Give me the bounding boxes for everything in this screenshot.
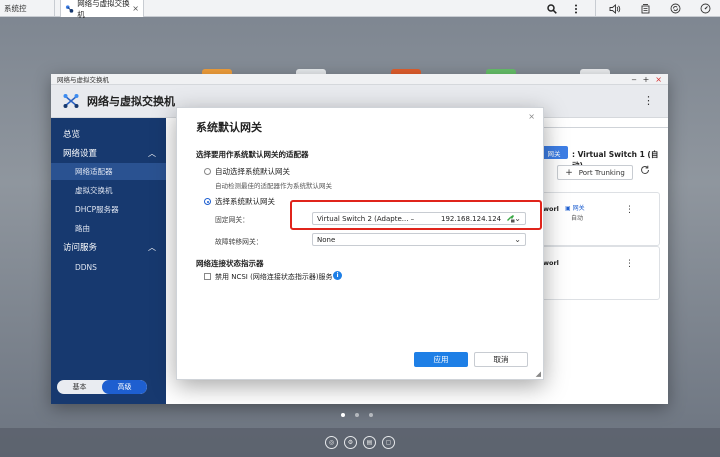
mode-toggle: 基本 高级: [57, 380, 147, 394]
page-dot[interactable]: [341, 413, 345, 417]
mode-basic-button[interactable]: 基本: [57, 380, 102, 394]
network-switch-icon: [63, 94, 79, 108]
chevron-down-icon: ⌄: [514, 235, 521, 244]
sidebar-item-label: 虚拟交换机: [75, 186, 113, 195]
resize-handle-icon[interactable]: ◢: [536, 370, 541, 378]
failover-gateway-label: 故障转移网关：: [215, 238, 263, 246]
desktop-page-indicator: [341, 413, 373, 417]
cancel-button[interactable]: 取消: [474, 352, 528, 367]
gateway-tag-label: 网关: [572, 205, 585, 212]
port-trunking-button[interactable]: + Port Trunking: [557, 165, 633, 180]
app-title: 网络与虚拟交换机: [87, 95, 175, 108]
taskbar-system-icons: [543, 0, 720, 17]
page-dot[interactable]: [369, 413, 373, 417]
info-icon[interactable]: i: [333, 271, 342, 280]
dialog-close-icon[interactable]: ×: [528, 112, 535, 121]
tab-label: 网络与虚拟交换机: [77, 0, 130, 19]
adapter-card[interactable]: worl ▣ 网关 自动 ⋮: [540, 192, 660, 246]
refresh-icon[interactable]: [640, 165, 650, 178]
app-more-icon[interactable]: ⋮: [643, 94, 654, 107]
radio-manual-gateway[interactable]: [204, 198, 211, 205]
card-more-icon[interactable]: ⋮: [625, 205, 634, 215]
gateway-tag: ▣ 网关: [565, 203, 585, 212]
dashboard-icon[interactable]: [690, 0, 720, 17]
window-controls: ‒ + ×: [632, 75, 669, 84]
mode-advanced-button[interactable]: 高级: [102, 380, 147, 394]
tab-divider: [538, 127, 668, 128]
adapter-name: worl: [543, 205, 559, 213]
tab-label: 系统控: [4, 4, 27, 13]
chevron-up-icon: ︿: [148, 148, 156, 158]
dock-storage-icon[interactable]: ▤: [363, 436, 376, 449]
fixed-gateway-label: 固定网关：: [215, 216, 249, 224]
window-title: 网络与虚拟交换机: [57, 76, 109, 84]
taskbar-tab-control-panel[interactable]: 系统控: [0, 0, 55, 17]
sync-icon[interactable]: [660, 0, 690, 17]
disable-ncsi-label: 禁用 NCSI (网络连接状态指示器)服务: [215, 273, 333, 281]
dialog-title: 系统默认网关: [196, 121, 262, 134]
bottom-dock: ◎ ⚙ ▤ ▢: [0, 428, 720, 457]
notification-icon[interactable]: [630, 0, 660, 17]
sidebar-item-label: 总览: [63, 130, 81, 140]
highlight-box: [290, 200, 542, 230]
failover-gateway-value: None: [317, 235, 336, 244]
sidebar-item-virtual-switch[interactable]: 虚拟交换机: [51, 182, 166, 199]
sidebar-item-label: 网络设置: [63, 149, 98, 159]
apply-button[interactable]: 应用: [414, 352, 468, 367]
adapter-card[interactable]: worl ⋮: [540, 246, 660, 300]
sidebar-item-label: 路由: [75, 224, 90, 233]
more-icon[interactable]: [561, 0, 591, 17]
sidebar-item-overview[interactable]: 总览: [51, 126, 166, 142]
tab-close-icon[interactable]: ×: [132, 4, 139, 13]
search-icon[interactable]: [543, 0, 561, 17]
sidebar-item-label: 网络适配器: [75, 167, 113, 176]
failover-gateway-select[interactable]: None ⌄: [312, 233, 526, 246]
chevron-up-icon: ︿: [148, 242, 156, 252]
manual-gateway-label: 选择系统默认网关: [215, 197, 275, 206]
card-more-icon[interactable]: ⋮: [625, 259, 634, 269]
sidebar-item-network-adapter[interactable]: 网络适配器: [51, 163, 166, 180]
port-trunking-label: Port Trunking: [578, 168, 625, 177]
gateway-mode: 自动: [571, 215, 584, 222]
volume-icon[interactable]: [600, 0, 630, 17]
sidebar-item-routing[interactable]: 路由: [51, 220, 166, 237]
sidebar-item-network-settings[interactable]: 网络设置 ︿: [51, 145, 166, 161]
auto-gateway-description: 自动检测最佳的适配器作为系统默认网关: [215, 182, 332, 190]
sidebar-item-ddns[interactable]: DDNS: [51, 259, 166, 276]
taskbar-tab-network[interactable]: 网络与虚拟交换机 ×: [60, 0, 144, 19]
network-app-icon: [65, 4, 74, 13]
sidebar: 总览 网络设置 ︿ 网络适配器 虚拟交换机 DHCP服务器 路由 访问服务 ︿ …: [51, 118, 166, 404]
dock-window-icon[interactable]: ▢: [382, 436, 395, 449]
minimize-icon[interactable]: ‒: [632, 75, 637, 84]
sidebar-item-label: DHCP服务器: [75, 205, 119, 214]
maximize-icon[interactable]: +: [643, 75, 650, 84]
radio-auto-gateway[interactable]: [204, 168, 211, 175]
taskbar: 系统控 网络与虚拟交换机 ×: [0, 0, 720, 19]
dock-apps-icon[interactable]: ◎: [325, 436, 338, 449]
auto-gateway-label: 自动选择系统默认网关: [215, 167, 290, 176]
section-ncsi-label: 网络连接状态指示器: [196, 259, 264, 268]
window-close-icon[interactable]: ×: [655, 75, 662, 84]
section-adapter-label: 选择要用作系统默认网关的适配器: [196, 150, 309, 159]
default-gateway-dialog: 系统默认网关 × 选择要用作系统默认网关的适配器 自动选择系统默认网关 自动检测…: [176, 107, 544, 380]
page-dot[interactable]: [355, 413, 359, 417]
sidebar-item-access-services[interactable]: 访问服务 ︿: [51, 239, 166, 255]
adapter-name: worl: [543, 259, 559, 267]
window-titlebar[interactable]: 网络与虚拟交换机 ‒ + ×: [51, 74, 668, 85]
taskbar-divider: [595, 0, 596, 17]
disable-ncsi-checkbox[interactable]: [204, 273, 211, 280]
dock-tools-icon[interactable]: ⚙: [344, 436, 357, 449]
gateway-badge: 网关: [540, 146, 568, 159]
sidebar-item-dhcp-server[interactable]: DHCP服务器: [51, 201, 166, 218]
gateway-icon: ▣: [565, 205, 571, 212]
sidebar-item-label: DDNS: [75, 263, 97, 272]
plus-icon: +: [565, 167, 573, 178]
sidebar-item-label: 访问服务: [63, 243, 98, 253]
